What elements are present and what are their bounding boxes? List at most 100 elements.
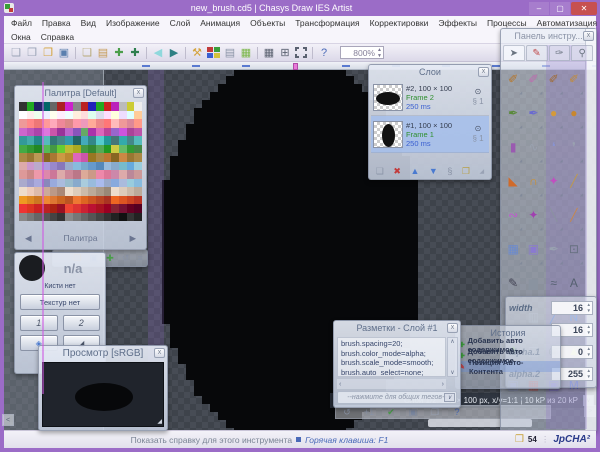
fine-pen-tool[interactable]: ╱ <box>564 198 584 232</box>
common-tags-dropdown[interactable]: --нажмите для общих тегов-- ∨ <box>337 391 457 404</box>
color-swatch[interactable] <box>104 119 112 128</box>
color-swatch[interactable] <box>104 162 112 171</box>
color-swatch[interactable] <box>111 170 119 179</box>
color-swatch[interactable] <box>88 153 96 162</box>
layer-row[interactable]: #2, 100 × 100Frame 2250 ms⊙§ 1 <box>371 79 489 116</box>
color-swatch[interactable] <box>127 196 135 205</box>
wave-tool[interactable]: ∿ <box>523 130 543 164</box>
no-texture-button[interactable]: Текстур нет <box>20 294 100 310</box>
link-layer-icon[interactable]: § <box>447 166 452 176</box>
color-swatch[interactable] <box>73 111 81 120</box>
setting-value-input[interactable]: 16▲▼ <box>551 301 593 315</box>
color-swatch[interactable] <box>50 170 58 179</box>
color-swatch[interactable] <box>111 187 119 196</box>
text-tool[interactable]: A <box>564 266 584 300</box>
color-swatch[interactable] <box>34 179 42 188</box>
duplicate-layer-icon[interactable]: ❏ <box>376 166 384 177</box>
delete-layer-icon[interactable]: ✖ <box>393 166 401 177</box>
color-swatch[interactable] <box>104 179 112 188</box>
color-swatch[interactable] <box>65 213 73 222</box>
zoom-level-input[interactable]: 800%▲▼ <box>340 46 384 59</box>
color-swatch[interactable] <box>27 136 35 145</box>
color-swatch[interactable] <box>81 170 89 179</box>
color-swatch[interactable] <box>50 145 58 154</box>
color-swatch[interactable] <box>27 153 35 162</box>
color-swatch[interactable] <box>65 119 73 128</box>
color-swatch[interactable] <box>81 111 89 120</box>
menu-Изображение[interactable]: Изображение <box>101 17 165 29</box>
color-swatch[interactable] <box>27 128 35 137</box>
color-swatch[interactable] <box>81 119 89 128</box>
menu-Справка[interactable]: Справка <box>36 31 79 43</box>
color-swatch[interactable] <box>19 145 27 154</box>
color-swatch[interactable] <box>65 128 73 137</box>
color-swatch[interactable] <box>57 213 65 222</box>
color-swatch[interactable] <box>73 162 81 171</box>
scroll-right-icon[interactable]: › <box>442 381 444 388</box>
color-swatch[interactable] <box>88 213 96 222</box>
menu-Правка[interactable]: Правка <box>37 17 76 29</box>
color-swatch[interactable] <box>73 119 81 128</box>
color-swatch[interactable] <box>19 111 27 120</box>
color-swatch[interactable] <box>27 179 35 188</box>
import-icon[interactable]: ❐ <box>40 46 56 60</box>
color-swatch[interactable] <box>34 102 42 111</box>
menu-Файл[interactable]: Файл <box>6 17 37 29</box>
color-swatch[interactable] <box>96 111 104 120</box>
brush-mode-2-button[interactable]: 2 <box>63 315 101 331</box>
pen-tool-icon[interactable]: ✎ <box>526 45 548 61</box>
color-swatch[interactable] <box>96 179 104 188</box>
plus-one-icon[interactable]: +1 <box>358 407 380 417</box>
scroll-left-button[interactable]: < <box>2 414 14 426</box>
color-swatch[interactable] <box>81 128 89 137</box>
color-swatch[interactable] <box>65 153 73 162</box>
color-swatch[interactable] <box>96 196 104 205</box>
layers-resize-grip[interactable]: ◢ <box>480 168 485 175</box>
color-swatch[interactable] <box>104 204 112 213</box>
paste-icon[interactable]: ▤ <box>95 46 111 60</box>
palette-close-icon[interactable]: x <box>133 88 144 98</box>
color-swatch[interactable] <box>50 179 58 188</box>
list-icon[interactable]: ≡ <box>138 253 143 263</box>
color-swatch[interactable] <box>104 102 112 111</box>
color-swatch[interactable] <box>104 187 112 196</box>
color-swatch[interactable] <box>134 128 142 137</box>
color-swatch[interactable] <box>127 102 135 111</box>
setting-spinner[interactable]: ▲▼ <box>587 346 591 358</box>
redo-icon[interactable]: ▶ <box>166 46 182 60</box>
color-swatch[interactable] <box>96 204 104 213</box>
color-swatch[interactable] <box>57 136 65 145</box>
color-swatch[interactable] <box>34 162 42 171</box>
color-swatch[interactable] <box>134 170 142 179</box>
layers-icon[interactable]: ▤ <box>222 46 238 60</box>
drip-tool[interactable]: ❛ <box>544 130 564 164</box>
scroll-up-icon[interactable]: ∧ <box>450 338 454 345</box>
color-swatch[interactable] <box>88 204 96 213</box>
pencil-tool[interactable]: ╱ <box>564 164 584 198</box>
color-swatch[interactable] <box>19 196 27 205</box>
color-swatch[interactable] <box>65 187 73 196</box>
color-swatch[interactable] <box>134 102 142 111</box>
brush-tool[interactable]: ✐ <box>503 62 523 96</box>
palette-next-icon[interactable]: ▶ <box>129 233 136 244</box>
color-swatch[interactable] <box>119 162 127 171</box>
color-swatch[interactable] <box>119 136 127 145</box>
link-clip-icon[interactable]: § 1 <box>469 97 487 107</box>
color-swatch[interactable] <box>111 119 119 128</box>
color-swatch[interactable] <box>134 179 142 188</box>
color-swatch[interactable] <box>127 111 135 120</box>
magic-wand2-tool[interactable]: ✦ <box>523 198 543 232</box>
color-swatch[interactable] <box>134 153 142 162</box>
markup-close-icon[interactable]: x <box>447 323 458 333</box>
color-swatch[interactable] <box>57 145 65 154</box>
color-swatch[interactable] <box>57 128 65 137</box>
layer-row[interactable]: #1, 100 × 100Frame 1250 ms⊙§ 1 <box>371 116 489 153</box>
undo-icon[interactable]: ◀ <box>150 46 166 60</box>
airbrush-tool[interactable]: ✒ <box>523 96 543 130</box>
color-swatch[interactable] <box>134 196 142 205</box>
sphere-tool[interactable]: ● <box>544 96 564 130</box>
color-swatch[interactable] <box>81 213 89 222</box>
maximize-button[interactable]: ▢ <box>550 2 570 15</box>
color-swatch[interactable] <box>73 145 81 154</box>
color-swatch[interactable] <box>73 170 81 179</box>
